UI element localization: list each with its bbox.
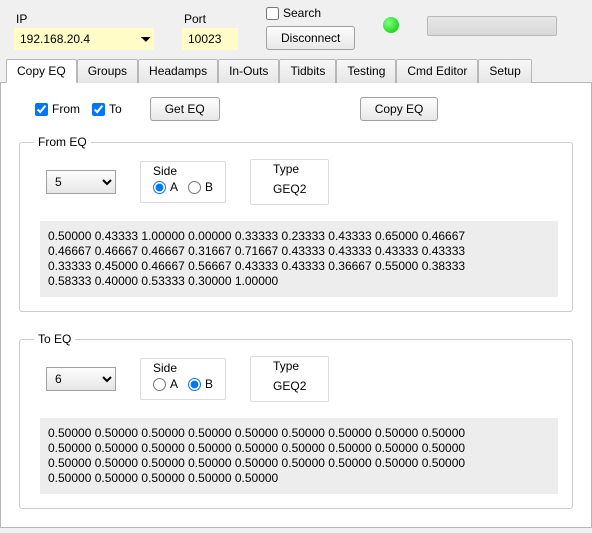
toolbar: IP 192.168.20.4 Port Search Disconnect	[0, 0, 592, 58]
from-eq-type-frame: Type GEQ2	[250, 159, 329, 205]
from-eq-side-a-radio[interactable]	[153, 181, 166, 194]
to-eq-type-label: Type	[273, 359, 306, 373]
from-eq-legend: From EQ	[34, 135, 91, 149]
to-eq-side-a-label: A	[170, 377, 178, 391]
to-eq-type-frame: Type GEQ2	[250, 356, 329, 402]
tab-tidbits[interactable]: Tidbits	[279, 59, 336, 83]
ip-input[interactable]: 192.168.20.4	[14, 28, 154, 50]
from-checkbox[interactable]: From	[35, 102, 80, 116]
to-eq-data-line: 0.50000 0.50000 0.50000 0.50000 0.50000 …	[48, 441, 550, 456]
disconnect-button[interactable]: Disconnect	[266, 26, 355, 50]
search-checkbox[interactable]: Search	[266, 6, 321, 20]
to-eq-channel-select[interactable]: 6	[46, 367, 116, 391]
from-checkbox-input[interactable]	[35, 103, 48, 116]
from-eq-type-value: GEQ2	[273, 178, 306, 196]
ip-label: IP	[14, 12, 154, 26]
from-eq-data-line: 0.58333 0.40000 0.53333 0.30000 1.00000	[48, 274, 550, 289]
tab-setup[interactable]: Setup	[478, 59, 531, 83]
status-light	[383, 17, 399, 33]
tab-cmd-editor[interactable]: Cmd Editor	[396, 59, 478, 83]
to-checkbox-input[interactable]	[92, 103, 105, 116]
from-eq-side-b-label: B	[205, 180, 213, 194]
tab-in-outs[interactable]: In-Outs	[218, 59, 279, 83]
to-eq-data-line: 0.50000 0.50000 0.50000 0.50000 0.50000 …	[48, 456, 550, 471]
search-checkbox-label: Search	[283, 6, 321, 20]
to-eq-data-line: 0.50000 0.50000 0.50000 0.50000 0.50000 …	[48, 426, 550, 441]
from-eq-data: 0.50000 0.43333 1.00000 0.00000 0.33333 …	[40, 221, 558, 297]
search-checkbox-input[interactable]	[266, 7, 279, 20]
port-input[interactable]	[182, 28, 238, 50]
from-eq-side-b-radio[interactable]	[188, 181, 201, 194]
tab-content: From To Get EQ Copy EQ From EQ 5 Side A …	[0, 83, 592, 528]
from-eq-type-label: Type	[273, 162, 306, 176]
copy-eq-button[interactable]: Copy EQ	[360, 97, 439, 121]
options-row: From To Get EQ Copy EQ	[35, 97, 573, 121]
progress-bar	[427, 16, 557, 36]
tab-copy-eq[interactable]: Copy EQ	[6, 59, 77, 83]
from-eq-side-frame: Side A B	[140, 161, 226, 203]
tab-testing[interactable]: Testing	[336, 59, 396, 83]
to-checkbox[interactable]: To	[92, 102, 122, 116]
from-eq-data-line: 0.50000 0.43333 1.00000 0.00000 0.33333 …	[48, 229, 550, 244]
to-eq-data-line: 0.50000 0.50000 0.50000 0.50000 0.50000	[48, 471, 550, 486]
get-eq-button[interactable]: Get EQ	[150, 97, 220, 121]
port-label: Port	[182, 12, 238, 26]
to-eq-side-frame: Side A B	[140, 358, 226, 400]
to-eq-side-b-label: B	[205, 377, 213, 391]
to-eq-group: To EQ 6 Side A B Type GEQ2 0.50000 0.500…	[19, 332, 573, 509]
to-eq-side-label: Side	[153, 361, 213, 375]
to-eq-data: 0.50000 0.50000 0.50000 0.50000 0.50000 …	[40, 418, 558, 494]
from-eq-side-label: Side	[153, 164, 213, 178]
from-eq-side-a-label: A	[170, 180, 178, 194]
from-eq-data-line: 0.33333 0.45000 0.46667 0.56667 0.43333 …	[48, 259, 550, 274]
tab-strip: Copy EQ Groups Headamps In-Outs Tidbits …	[0, 58, 592, 83]
to-eq-type-value: GEQ2	[273, 375, 306, 393]
from-eq-data-line: 0.46667 0.46667 0.46667 0.31667 0.71667 …	[48, 244, 550, 259]
to-eq-legend: To EQ	[34, 332, 75, 346]
from-eq-channel-select[interactable]: 5	[46, 170, 116, 194]
from-checkbox-label: From	[52, 102, 80, 116]
tab-groups[interactable]: Groups	[77, 59, 138, 83]
tab-headamps[interactable]: Headamps	[138, 59, 218, 83]
from-eq-group: From EQ 5 Side A B Type GEQ2 0.50000 0.4…	[19, 135, 573, 312]
to-eq-side-a-radio[interactable]	[153, 378, 166, 391]
to-checkbox-label: To	[109, 102, 122, 116]
to-eq-side-b-radio[interactable]	[188, 378, 201, 391]
